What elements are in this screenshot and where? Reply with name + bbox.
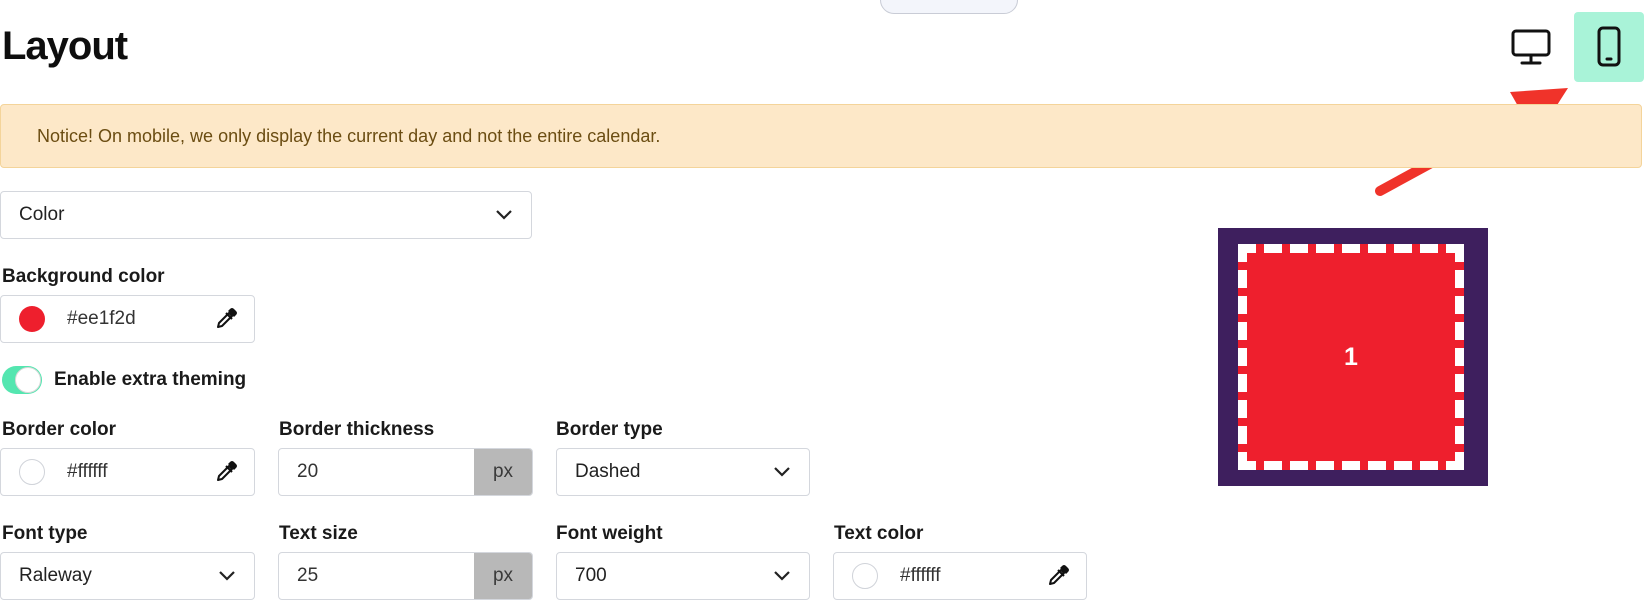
mobile-view-button[interactable]	[1574, 12, 1644, 82]
border-thickness-unit: px	[474, 449, 532, 495]
font-type-label: Font type	[2, 523, 88, 544]
toggle-knob	[15, 367, 41, 393]
background-color-input[interactable]: #ee1f2d	[0, 295, 255, 343]
text-color-swatch[interactable]	[852, 563, 878, 589]
top-tab-pill[interactable]	[880, 0, 1018, 14]
mobile-phone-icon	[1597, 26, 1621, 67]
preview-day-number: 1	[1344, 342, 1358, 371]
font-weight-select[interactable]: 700	[556, 552, 810, 600]
extra-theming-row: Enable extra theming	[2, 366, 246, 394]
font-weight-value: 700	[575, 565, 607, 586]
background-color-value: #ee1f2d	[67, 308, 136, 329]
border-thickness-label: Border thickness	[279, 419, 435, 440]
border-color-input[interactable]: #ffffff	[0, 448, 255, 496]
border-type-value: Dashed	[575, 461, 641, 482]
font-type-select[interactable]: Raleway	[0, 552, 255, 600]
chevron-down-icon	[218, 570, 236, 582]
style-type-value: Color	[19, 204, 65, 225]
border-type-label: Border type	[556, 419, 663, 440]
chevron-down-icon	[495, 209, 513, 221]
style-type-select[interactable]: Color	[0, 191, 532, 239]
eyedropper-icon[interactable]	[214, 307, 238, 331]
text-color-input[interactable]: #ffffff	[833, 552, 1087, 600]
preview-day-cell: 1	[1238, 244, 1464, 470]
text-color-value: #ffffff	[900, 565, 941, 586]
chevron-down-icon	[773, 570, 791, 582]
desktop-view-button[interactable]	[1496, 12, 1566, 82]
text-size-unit: px	[474, 553, 532, 599]
border-thickness-value: 20	[297, 461, 319, 482]
eyedropper-icon[interactable]	[1046, 564, 1070, 588]
text-size-value: 25	[297, 565, 319, 586]
background-color-swatch[interactable]	[19, 306, 45, 332]
mobile-notice-banner: Notice! On mobile, we only display the c…	[0, 104, 1642, 168]
background-color-label: Background color	[2, 266, 165, 287]
extra-theming-toggle[interactable]	[2, 366, 42, 394]
mobile-day-preview: 1	[1218, 228, 1488, 486]
border-thickness-input[interactable]: 20 px	[278, 448, 533, 496]
font-weight-label: Font weight	[556, 523, 663, 544]
text-size-input[interactable]: 25 px	[278, 552, 533, 600]
notice-text: Notice! On mobile, we only display the c…	[37, 125, 661, 146]
font-type-value: Raleway	[19, 565, 92, 586]
extra-theming-label: Enable extra theming	[54, 369, 247, 390]
page-title: Layout	[2, 24, 128, 68]
border-color-value: #ffffff	[67, 461, 108, 482]
desktop-monitor-icon	[1511, 29, 1551, 65]
text-color-label: Text color	[834, 523, 924, 544]
border-color-swatch[interactable]	[19, 459, 45, 485]
border-color-label: Border color	[2, 419, 117, 440]
text-size-label: Text size	[279, 523, 358, 544]
chevron-down-icon	[773, 466, 791, 478]
eyedropper-icon[interactable]	[214, 460, 238, 484]
border-type-select[interactable]: Dashed	[556, 448, 810, 496]
